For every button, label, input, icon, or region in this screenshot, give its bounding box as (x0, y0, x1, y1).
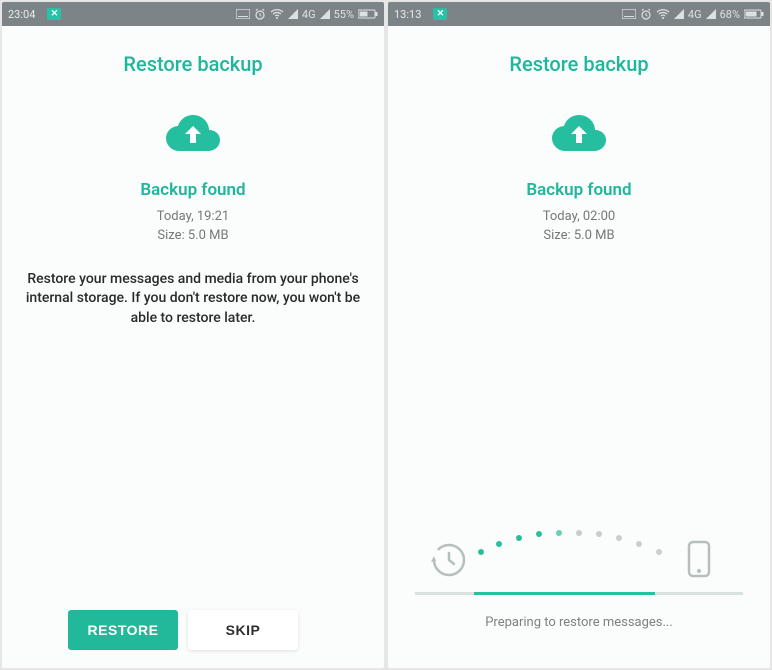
progress-area: Preparing to restore messages... (388, 522, 770, 668)
battery-percent: 55% (334, 8, 354, 21)
backup-found-title: Backup found (526, 180, 631, 200)
signal-icon-2 (320, 9, 330, 19)
restore-description: Restore your messages and media from you… (2, 270, 384, 329)
statusbar: 23:04 ✕ 4G 55% (2, 2, 384, 26)
alarm-icon (254, 8, 266, 20)
restore-button[interactable]: RESTORE (68, 610, 178, 650)
status-time: 23:04 (8, 8, 35, 21)
battery-icon (358, 9, 378, 19)
network-label: 4G (302, 8, 316, 21)
backup-size: Size: 5.0 MB (157, 227, 229, 246)
card-icon (622, 9, 636, 19)
progress-status-text: Preparing to restore messages... (485, 615, 673, 630)
alarm-icon (640, 8, 652, 20)
transfer-animation (388, 522, 770, 582)
network-label: 4G (688, 8, 702, 21)
wifi-icon (270, 9, 284, 19)
progress-bar (415, 592, 744, 595)
battery-icon (744, 9, 764, 19)
backup-meta: Today, 19:21 Size: 5.0 MB (157, 208, 229, 246)
page-title: Restore backup (509, 52, 648, 76)
signal-icon (288, 9, 298, 19)
page-title: Restore backup (123, 52, 262, 76)
signal-icon-2 (706, 9, 716, 19)
progress-fill (474, 592, 655, 595)
phone-screen-left: 23:04 ✕ 4G 55% Restore backup (2, 2, 384, 668)
action-row: RESTORE SKIP (2, 610, 384, 668)
content-area: Restore backup Backup found Today, 02:00… (388, 26, 770, 668)
app-badge-icon: ✕ (433, 8, 447, 20)
content-area: Restore backup Backup found Today, 19:21… (2, 26, 384, 668)
cloud-upload-icon (550, 112, 608, 158)
cloud-upload-icon (164, 112, 222, 158)
skip-button[interactable]: SKIP (188, 610, 298, 650)
card-icon (236, 9, 250, 19)
backup-time: Today, 19:21 (157, 208, 229, 227)
phone-screen-right: 13:13 ✕ 4G 68% Restore backup (388, 2, 770, 668)
signal-icon (674, 9, 684, 19)
statusbar: 13:13 ✕ 4G 68% (388, 2, 770, 26)
backup-time: Today, 02:00 (543, 208, 615, 227)
battery-percent: 68% (720, 8, 740, 21)
status-time: 13:13 (394, 8, 421, 21)
app-badge-icon: ✕ (47, 8, 61, 20)
wifi-icon (656, 9, 670, 19)
backup-meta: Today, 02:00 Size: 5.0 MB (543, 208, 615, 246)
backup-found-title: Backup found (140, 180, 245, 200)
backup-size: Size: 5.0 MB (543, 227, 615, 246)
